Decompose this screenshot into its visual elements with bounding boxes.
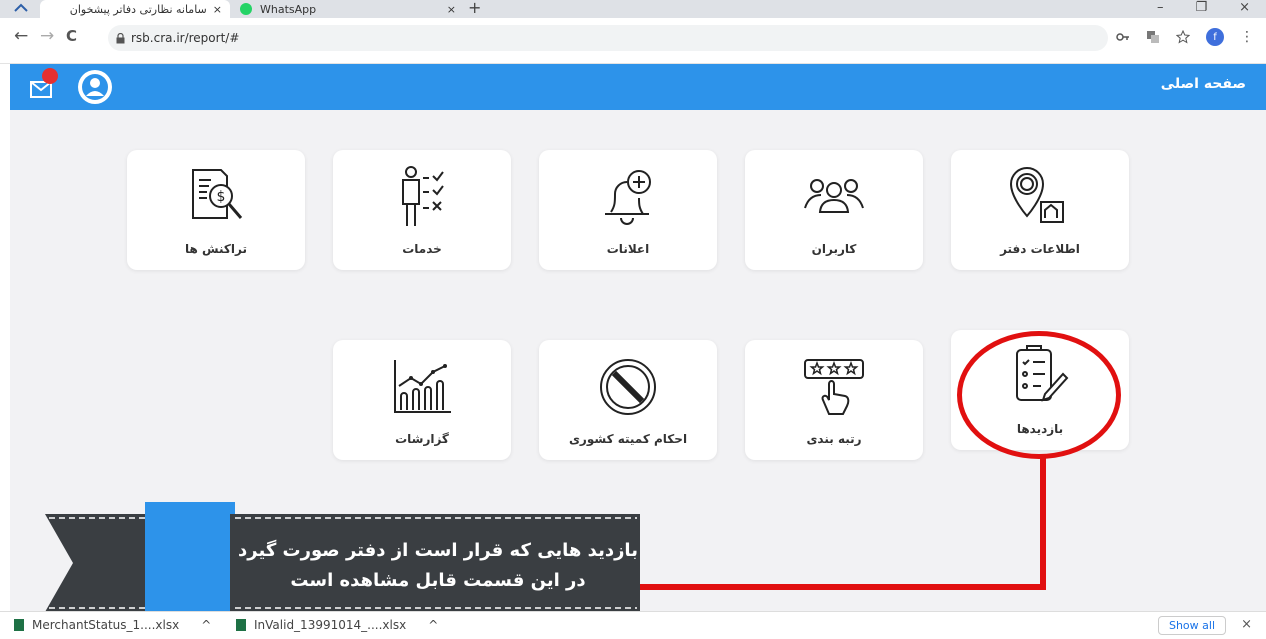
- document-search-dollar-icon: $: [192, 169, 243, 219]
- home-link[interactable]: صفحه اصلی: [1161, 76, 1246, 92]
- card-label: کاربران: [811, 242, 857, 256]
- prohibited-icon: [600, 359, 656, 415]
- close-icon[interactable]: ×: [213, 3, 222, 16]
- address-bar[interactable]: rsb.cra.ir/report/#: [108, 25, 1108, 51]
- app-header: صفحه اصلی: [10, 64, 1266, 110]
- highlight-circle: [957, 331, 1121, 459]
- card-label: خدمات: [402, 242, 442, 256]
- card-label: اعلانات: [606, 242, 650, 256]
- toolbar-actions: f ⋮: [1116, 28, 1254, 46]
- menu-icon[interactable]: ⋮: [1240, 29, 1254, 45]
- download-filename: InValid_13991014_....xlsx: [254, 618, 407, 632]
- browser-toolbar: ← → C rsb.cra.ir/report/# f ⋮: [0, 18, 1266, 64]
- url-text: rsb.cra.ir/report/#: [131, 31, 240, 45]
- close-icon[interactable]: ×: [447, 3, 456, 16]
- tab-title: سامانه نظارتی دفاتر پیشخوان: [69, 2, 207, 16]
- window-controls: – ❐ ×: [1157, 0, 1250, 15]
- new-tab-button[interactable]: +: [468, 0, 481, 16]
- browser-tab-strip: سامانه نظارتی دفاتر پیشخوان × WhatsApp ×…: [0, 0, 1266, 18]
- card-label: گزارشات: [395, 432, 449, 446]
- translate-icon[interactable]: [1146, 30, 1160, 44]
- screen: سامانه نظارتی دفاتر پیشخوان × WhatsApp ×…: [0, 0, 1266, 639]
- users-group-icon: [804, 179, 864, 213]
- user-avatar[interactable]: [78, 70, 112, 104]
- star-icon[interactable]: [1176, 30, 1190, 44]
- minimize-button[interactable]: –: [1157, 0, 1164, 15]
- card-label: رتبه بندی: [806, 432, 862, 446]
- excel-file-icon: [14, 619, 24, 631]
- download-item[interactable]: InValid_13991014_....xlsx ^: [236, 618, 438, 632]
- card-committee-rulings[interactable]: احکام کمیته کشوری: [539, 340, 717, 460]
- callout-line: [630, 584, 1046, 590]
- download-filename: MerchantStatus_1....xlsx: [32, 618, 180, 632]
- location-office-icon: [1009, 166, 1064, 223]
- card-reports[interactable]: گزارشات: [333, 340, 511, 460]
- restore-button[interactable]: ❐: [1195, 0, 1207, 15]
- whatsapp-icon: [240, 3, 252, 15]
- card-transactions[interactable]: $ تراکنش ها: [127, 150, 305, 270]
- back-button[interactable]: ←: [14, 26, 28, 46]
- card-label: احکام کمیته کشوری: [568, 432, 688, 446]
- bell-plus-icon: [605, 170, 651, 225]
- user-icon: [82, 74, 108, 100]
- stars-hand-icon: [804, 359, 864, 415]
- close-icon[interactable]: ×: [1241, 617, 1252, 632]
- tab-whatsapp[interactable]: WhatsApp ×: [232, 0, 464, 18]
- chart-trend-icon: [394, 360, 451, 413]
- svg-text:$: $: [217, 189, 226, 205]
- lock-icon: [116, 32, 125, 43]
- chevron-up-icon[interactable]: ^: [428, 618, 438, 632]
- profile-avatar[interactable]: f: [1206, 28, 1224, 46]
- download-item[interactable]: MerchantStatus_1....xlsx ^: [14, 618, 211, 632]
- annotation-line: در این قسمت قابل مشاهده است: [290, 570, 586, 591]
- key-icon[interactable]: [1116, 32, 1130, 42]
- tab-title: WhatsApp: [260, 2, 317, 16]
- card-users[interactable]: کاربران: [745, 150, 923, 270]
- card-label: اطلاعات دفتر: [1000, 242, 1080, 256]
- chevron-up-icon[interactable]: ^: [201, 618, 211, 632]
- card-office-info[interactable]: اطلاعات دفتر: [951, 150, 1129, 270]
- card-ranking[interactable]: رتبه بندی: [745, 340, 923, 460]
- annotation-text: بازدید هایی که قرار است از دفتر صورت گیر…: [238, 536, 638, 596]
- window-close-button[interactable]: ×: [1239, 0, 1250, 15]
- card-notifications[interactable]: اعلانات: [539, 150, 717, 270]
- reload-button[interactable]: C: [66, 27, 77, 45]
- excel-file-icon: [236, 619, 246, 631]
- site-favicon-icon: [14, 3, 28, 12]
- card-services[interactable]: خدمات: [333, 150, 511, 270]
- callout-line: [1040, 458, 1046, 590]
- person-checklist-icon: [402, 166, 444, 226]
- card-label: تراکنش ها: [185, 242, 247, 256]
- show-all-button[interactable]: Show all: [1157, 616, 1226, 635]
- notification-badge: [42, 68, 58, 84]
- forward-button[interactable]: →: [40, 26, 54, 46]
- annotation-line: بازدید هایی که قرار است از دفتر صورت گیر…: [238, 540, 638, 561]
- download-bar: MerchantStatus_1....xlsx ^ InValid_13991…: [0, 611, 1266, 639]
- tab-cra[interactable]: سامانه نظارتی دفاتر پیشخوان ×: [40, 0, 230, 18]
